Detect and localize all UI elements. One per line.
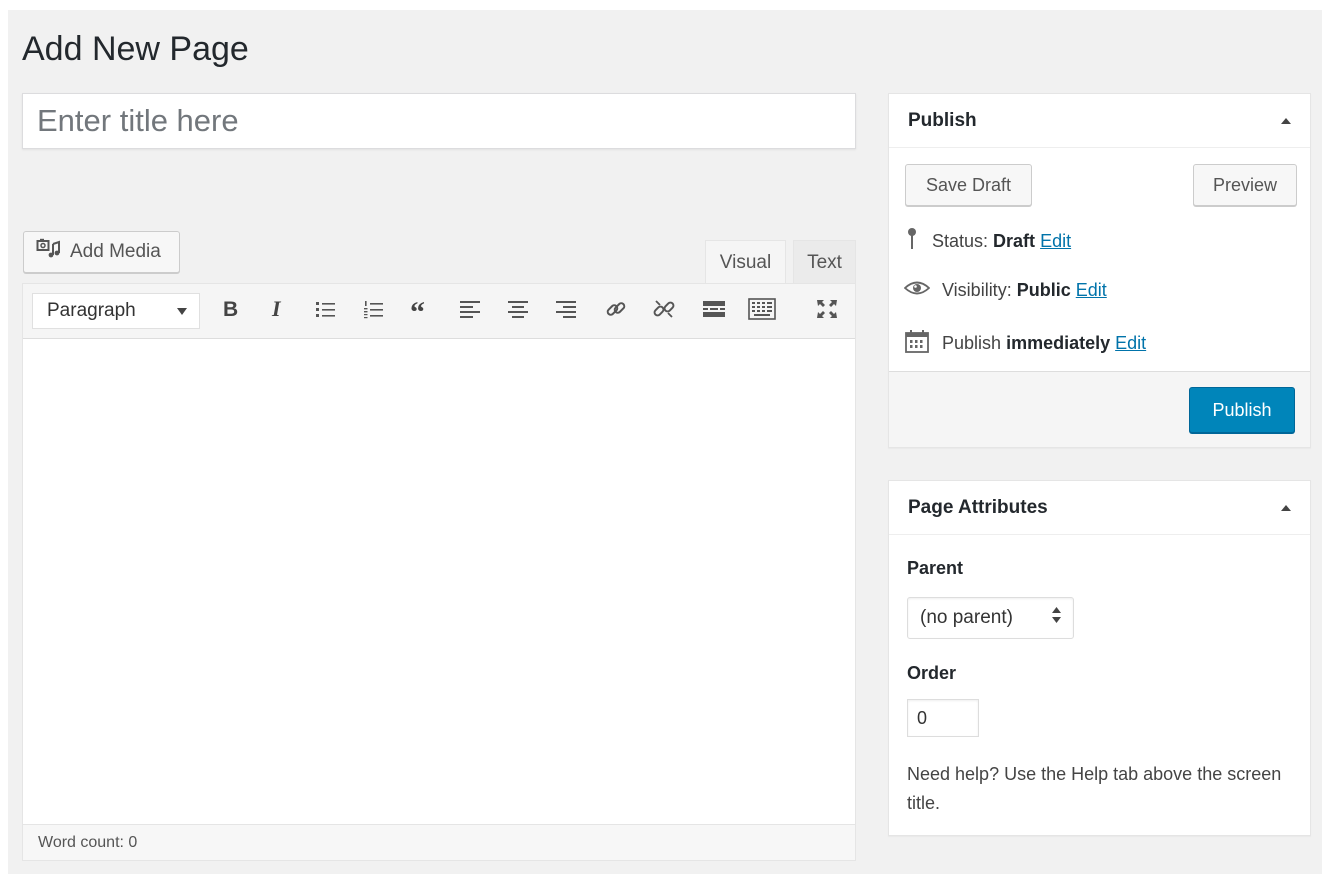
numbered-list-button[interactable] [357,294,391,328]
svg-text:B: B [223,298,238,320]
parent-select[interactable]: (no parent) [907,597,1074,639]
edit-schedule-link[interactable]: Edit [1115,333,1146,353]
publish-actions: Publish [889,371,1310,447]
help-text: Need help? Use the Help tab above the sc… [907,764,1282,813]
italic-icon: I [268,296,288,325]
format-select[interactable]: Paragraph [32,293,200,329]
add-media-button[interactable]: Add Media [23,231,180,273]
align-center-icon [507,299,529,324]
preview-button[interactable]: Preview [1193,164,1297,206]
blockquote-icon: “ [410,296,434,329]
insert-link-icon [605,298,627,325]
visibility-value: Public [1016,280,1071,300]
publish-button[interactable]: Publish [1189,387,1295,433]
fullscreen-icon [815,298,839,325]
align-center-button[interactable] [501,294,535,328]
status-row: Status: Draft Edit [904,227,1071,256]
page-attributes-title: Page Attributes [908,496,1048,518]
italic-button[interactable]: I [261,294,295,328]
fullscreen-button[interactable] [810,294,844,328]
order-label: Order [907,663,957,683]
tab-visual[interactable]: Visual [705,240,786,284]
align-right-button[interactable] [549,294,583,328]
blockquote-button[interactable]: “ [405,294,439,329]
remove-link-icon [652,297,676,326]
align-left-icon [459,299,481,324]
eye-icon [903,278,931,303]
publish-box-title: Publish [908,109,977,131]
bold-button[interactable]: B [213,294,247,328]
format-select-value: Paragraph [47,300,136,321]
select-arrows-icon [1052,607,1061,629]
toolbar-toggle-icon [748,297,776,325]
parent-label: Parent [907,558,964,578]
media-icon [36,238,62,266]
schedule-row: Publish immediately Edit [904,329,1146,358]
status-value: Draft [993,231,1036,251]
parent-select-value: (no parent) [920,607,1013,628]
editor-content-area[interactable] [23,339,855,824]
editor-toolbar: Paragraph B I “ [23,284,855,339]
status-label: Status: [932,231,989,251]
publish-box-header: Publish [889,94,1310,148]
read-more-button[interactable] [697,294,731,328]
insert-link-button[interactable] [599,294,633,328]
collapse-arrow-icon[interactable] [1281,504,1291,512]
caret-down-icon [177,300,187,322]
schedule-label: Publish [942,333,1002,353]
numbered-list-icon [363,299,385,324]
page-attributes-header: Page Attributes [889,481,1310,535]
remove-link-button[interactable] [647,294,681,328]
word-count: Word count: 0 [38,833,138,851]
editor-status-bar: Word count: 0 [23,824,855,860]
edit-status-link[interactable]: Edit [1040,231,1071,251]
title-input[interactable] [22,93,856,149]
tab-text[interactable]: Text [793,240,856,284]
svg-text:I: I [271,298,282,320]
toolbar-toggle-button[interactable] [745,294,779,328]
publish-box: Publish Save Draft Preview Status: Draft… [888,93,1311,448]
bulleted-list-button[interactable] [309,294,343,328]
content-editor: Paragraph B I “ Word count: 0 [22,283,856,861]
page-title: Add New Page [22,30,249,68]
edit-visibility-link[interactable]: Edit [1076,280,1107,300]
read-more-icon [702,299,726,324]
svg-text:“: “ [410,299,425,319]
pin-icon [904,227,920,256]
bulleted-list-icon [315,299,337,324]
add-media-label: Add Media [70,241,161,262]
calendar-icon [904,329,930,358]
collapse-arrow-icon[interactable] [1281,117,1291,125]
align-right-icon [555,299,577,324]
align-left-button[interactable] [453,294,487,328]
schedule-value: immediately [1006,333,1111,353]
order-input[interactable] [907,699,979,737]
save-draft-button[interactable]: Save Draft [905,164,1032,206]
bold-icon: B [220,298,240,325]
visibility-row: Visibility: Public Edit [903,278,1107,303]
visibility-label: Visibility: [942,280,1012,300]
